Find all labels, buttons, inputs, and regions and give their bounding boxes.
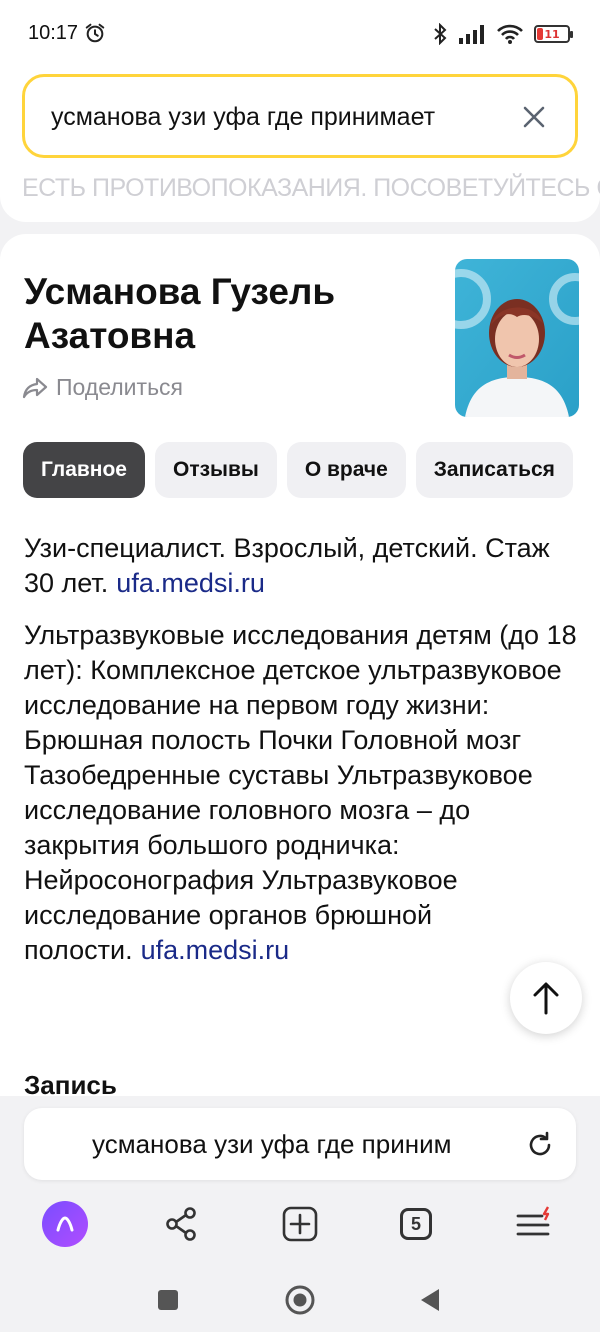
tab-reviews[interactable]: Отзывы [154, 442, 277, 498]
plus-square-icon [282, 1206, 318, 1242]
tab-book[interactable]: Записаться [415, 442, 573, 498]
new-tab-button[interactable] [276, 1200, 324, 1248]
ad-disclaimer-banner: ЕСТЬ ПРОТИВОПОКАЗАНИЯ. ПОСОВЕТУЙТЕСЬ С В… [0, 170, 600, 222]
tabs-count-button[interactable]: 5 [392, 1200, 440, 1248]
tab-bar: Главное Отзывы О враче Записаться [23, 442, 573, 498]
share-arrow-icon [22, 377, 48, 398]
bluetooth-icon [434, 23, 447, 45]
summary-link[interactable]: ufa.medsi.ru [116, 568, 265, 598]
doctor-photo[interactable] [455, 259, 579, 417]
share-button[interactable]: Поделиться [22, 374, 183, 401]
circle-icon [285, 1285, 315, 1315]
description-text: Ультразвуковые исследования детям (до 18… [24, 620, 577, 965]
status-time: 10:17 [28, 22, 79, 44]
home-button[interactable] [280, 1280, 320, 1320]
signal-icon [459, 25, 484, 44]
square-icon [158, 1290, 178, 1310]
share-label: Поделиться [56, 374, 184, 400]
search-input[interactable]: усманова узи уфа где принимает [22, 74, 578, 158]
reload-icon[interactable] [526, 1131, 554, 1159]
description-link[interactable]: ufa.medsi.ru [141, 935, 290, 965]
scroll-to-top-button[interactable] [510, 962, 582, 1034]
alice-button[interactable] [41, 1200, 89, 1248]
wifi-icon [497, 24, 523, 44]
triangle-back-icon [421, 1289, 439, 1311]
summary-text: Узи-специалист. Взрослый, детский. Стаж … [24, 533, 550, 598]
tab-main[interactable]: Главное [23, 442, 145, 498]
battery-icon: 11 [534, 25, 573, 43]
back-button[interactable] [410, 1280, 450, 1320]
portrait-image [455, 259, 579, 417]
close-icon[interactable] [521, 104, 547, 130]
tab-about[interactable]: О враче [286, 442, 406, 498]
doctor-description: Ультразвуковые исследования детям (до 18… [24, 618, 584, 968]
top-search-area: усманова узи уфа где принимает [0, 70, 600, 180]
browser-toolbar: 5 [0, 1196, 600, 1256]
status-bar: 10:17 11 [0, 0, 600, 70]
alice-icon [42, 1201, 88, 1247]
alarm-icon [85, 23, 105, 43]
disclaimer-text: ЕСТЬ ПРОТИВОПОКАЗАНИЯ. ПОСОВЕТУЙТЕСЬ С В… [22, 174, 600, 202]
battery-level: 11 [544, 27, 560, 41]
system-nav-bar [0, 1274, 600, 1332]
doctor-card: Усманова Гузель Азатовна Поделиться Глав… [0, 234, 600, 1114]
address-bar[interactable]: усманова узи уфа где приним [24, 1108, 576, 1180]
arrow-up-icon [533, 982, 559, 1015]
doctor-name: Усманова Гузель Азатовна [24, 271, 336, 356]
share-icon [166, 1207, 196, 1241]
recents-button[interactable] [148, 1280, 188, 1320]
menu-button[interactable] [510, 1200, 558, 1248]
status-icons: 11 [432, 22, 573, 46]
address-text: усманова узи уфа где приним [92, 1129, 452, 1159]
tabs-count-icon: 5 [400, 1208, 432, 1240]
search-query: усманова узи уфа где принимает [51, 103, 436, 131]
doctor-summary: Узи-специалист. Взрослый, детский. Стаж … [24, 531, 584, 601]
browser-bottom-panel: усманова узи уфа где приним 5 [0, 1096, 600, 1332]
share-page-button[interactable] [157, 1200, 205, 1248]
menu-icon [516, 1206, 550, 1236]
